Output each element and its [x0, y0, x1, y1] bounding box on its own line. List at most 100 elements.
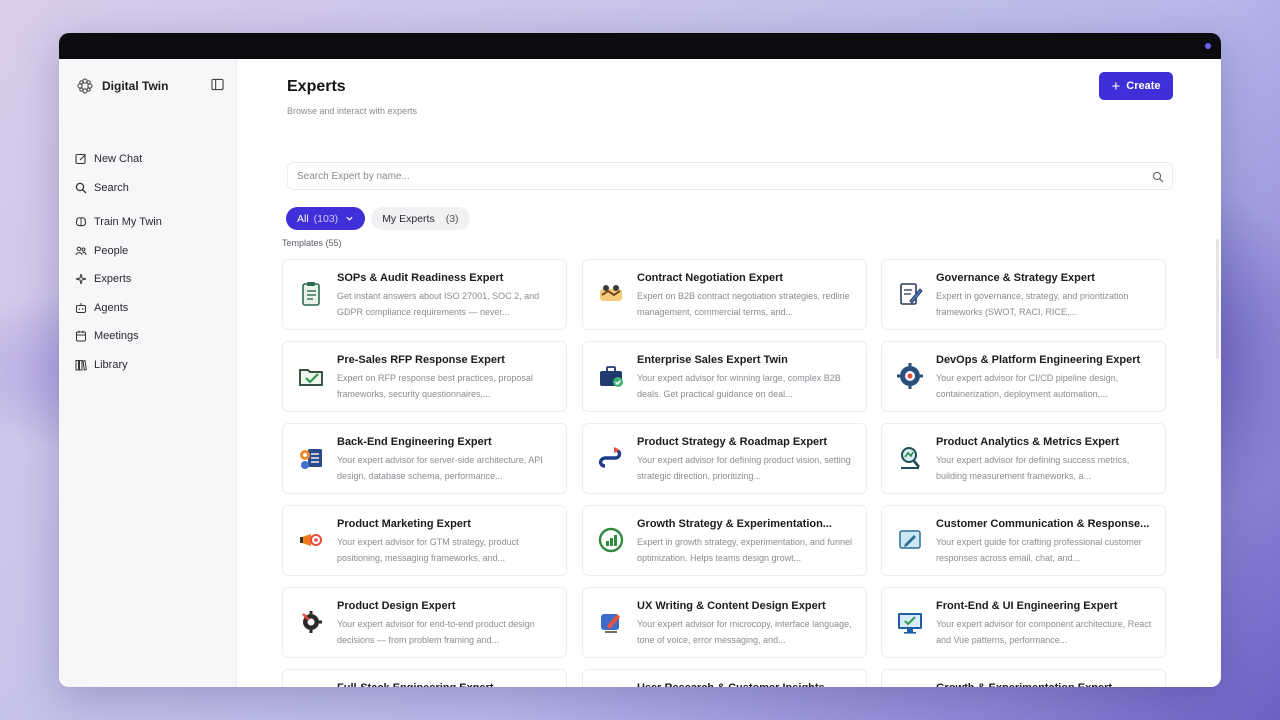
design-gear-icon	[302, 611, 322, 633]
expert-card-title: Pre-Sales RFP Response Expert	[337, 354, 505, 366]
brain-icon	[75, 217, 87, 227]
document-edit-icon	[900, 283, 923, 305]
expert-card[interactable]: Growth Strategy & Experimentation... Expe…	[582, 505, 867, 576]
monitor-icon	[898, 613, 922, 634]
briefcase-icon	[600, 366, 623, 387]
sidebar-item-meetings[interactable]: Meetings	[74, 322, 224, 351]
sidebar-item-label: People	[94, 244, 129, 257]
page-title: Experts	[287, 78, 346, 95]
templates-section-label: Templates (55)	[282, 238, 342, 248]
tab-count: (3)	[445, 212, 459, 225]
title-bar	[59, 33, 1221, 59]
expert-card-description: Your expert advisor for defining product…	[637, 455, 851, 481]
roadmap-icon	[598, 447, 622, 468]
brand[interactable]: Digital Twin	[76, 77, 168, 95]
expert-card[interactable]: Full-Stack Engineering ExpertYour expert…	[282, 669, 567, 687]
expert-card[interactable]: DevOps & Platform Engineering Expert Your…	[881, 341, 1166, 412]
sidebar-item-label: Search	[94, 181, 129, 194]
expert-card[interactable]: Customer Communication & Response... Your…	[881, 505, 1166, 576]
scrollbar[interactable]	[1216, 239, 1219, 359]
expert-card-description: Your expert advisor for server-side arch…	[337, 455, 543, 481]
search-icon	[75, 182, 87, 194]
tab-label: All	[297, 212, 309, 225]
expert-card-title: Product Design Expert	[337, 600, 456, 612]
expert-card-title: Product Marketing Expert	[337, 518, 471, 530]
cloud-gear-icon	[897, 363, 923, 389]
expert-card-description: Your expert advisor for GTM strategy, pr…	[337, 537, 519, 563]
expert-card[interactable]: Governance & Strategy Expert Expert in go…	[881, 259, 1166, 330]
expert-card[interactable]: Product Design Expert Your expert advisor…	[282, 587, 567, 658]
sidebar-item-people[interactable]: People	[74, 237, 224, 266]
page-subtitle: Browse and interact with experts	[287, 106, 418, 116]
expert-card[interactable]: Front-End & UI Engineering Expert Your ex…	[881, 587, 1166, 658]
expert-card-title: Enterprise Sales Expert Twin	[637, 354, 788, 366]
folder-check-icon	[299, 369, 323, 386]
handshake-icon	[600, 285, 622, 301]
expert-card-title: UX Writing & Content Design Expert	[637, 600, 826, 612]
sidebar-item-label: Library	[94, 358, 128, 371]
expert-card[interactable]: Growth & Experimentation ExpertYour expe…	[881, 669, 1166, 687]
tab-my-experts[interactable]: My Experts (3)	[371, 207, 470, 230]
sidebar-main-nav: Train My Twin People Experts Agents Meet…	[74, 208, 224, 379]
expert-card[interactable]: SOPs & Audit Readiness Expert Get instant…	[282, 259, 567, 330]
create-button-label: Create	[1126, 80, 1161, 92]
expert-card-title: Growth & Experimentation Expert	[936, 682, 1158, 687]
expert-card[interactable]: Back-End Engineering Expert Your expert a…	[282, 423, 567, 494]
expert-card-description: Expert on B2B contract negotiation strat…	[637, 291, 850, 317]
search-input[interactable]: Search Expert by name...	[287, 162, 1173, 190]
plus-icon: +	[1111, 77, 1121, 95]
sidebar-item-label: Train My Twin	[94, 216, 162, 229]
expert-card-title: Product Strategy & Roadmap Expert	[637, 436, 828, 448]
sidebar-item-new-chat[interactable]: New Chat	[74, 145, 224, 174]
megaphone-icon	[300, 534, 322, 546]
expert-card-description: Your expert guide for crafting professio…	[936, 537, 1142, 563]
people-icon	[75, 246, 87, 255]
expert-card[interactable]: Enterprise Sales Expert Twin Your expert …	[582, 341, 867, 412]
expert-card[interactable]: Product Strategy & Roadmap Expert Your ex…	[582, 423, 867, 494]
sidebar-item-library[interactable]: Library	[74, 351, 224, 380]
sidebar-toggle-icon[interactable]	[211, 78, 224, 91]
expert-card-title: Growth Strategy & Experimentation...	[637, 518, 832, 530]
brand-name: Digital Twin	[102, 79, 169, 93]
expert-card[interactable]: Product Analytics & Metrics Expert Your e…	[881, 423, 1166, 494]
search-icon[interactable]	[1152, 171, 1164, 183]
expert-card-description: Your expert advisor for end-to-end produ…	[337, 619, 535, 645]
calendar-icon	[76, 331, 86, 342]
expert-card-title: Contract Negotiation Expert	[637, 272, 784, 284]
expert-card-title: Back-End Engineering Expert	[337, 436, 492, 448]
app-window: Digital Twin New Chat Search Train My Tw…	[59, 33, 1221, 687]
sidebar-item-search[interactable]: Search	[74, 174, 224, 203]
expert-card-description: Your expert advisor for defining success…	[936, 455, 1130, 481]
sidebar-item-label: Experts	[94, 273, 132, 286]
expert-card-description: Your expert advisor for winning large, c…	[637, 373, 841, 399]
create-button[interactable]: + Create	[1099, 72, 1173, 100]
expert-card[interactable]: Contract Negotiation Expert Expert on B2B…	[582, 259, 867, 330]
sidebar-item-label: Meetings	[94, 330, 139, 343]
pencil-note-icon	[899, 530, 921, 549]
sparkle-icon	[75, 274, 87, 285]
expert-card[interactable]: Product Marketing Expert Your expert advi…	[282, 505, 567, 576]
sidebar-item-train-my-twin[interactable]: Train My Twin	[74, 208, 224, 237]
expert-card[interactable]: User Research & Customer Insights...Your…	[582, 669, 867, 687]
expert-card-description: Your expert advisor for CI/CD pipeline d…	[936, 373, 1119, 399]
sidebar-top-nav: New Chat Search	[74, 145, 224, 202]
expert-card-title: User Research & Customer Insights...	[637, 682, 859, 687]
sidebar-item-label: Agents	[94, 301, 129, 314]
tab-count: (103)	[313, 212, 339, 225]
filter-tabs: All (103) My Experts (3)	[286, 207, 470, 230]
expert-card-description: Expert in governance, strategy, and prio…	[936, 291, 1129, 317]
expert-card-description: Expert in growth strategy, experimentati…	[637, 537, 852, 563]
expert-card-title: Governance & Strategy Expert	[936, 272, 1095, 284]
tab-all[interactable]: All (103)	[286, 207, 366, 230]
sidebar-item-agents[interactable]: Agents	[74, 294, 224, 323]
growth-chart-icon	[598, 527, 624, 553]
search-placeholder: Search Expert by name...	[297, 171, 410, 182]
tab-label: My Experts	[382, 212, 435, 225]
expert-card-description: Expert on RFP response best practices, p…	[337, 373, 533, 399]
sidebar-item-experts[interactable]: Experts	[74, 265, 224, 294]
expert-card-title: Full-Stack Engineering Expert	[337, 682, 559, 687]
clipboard-icon	[302, 282, 320, 306]
expert-card[interactable]: Pre-Sales RFP Response Expert Expert on R…	[282, 341, 567, 412]
expert-card[interactable]: UX Writing & Content Design Expert Your e…	[582, 587, 867, 658]
sidebar-item-label: New Chat	[94, 153, 143, 166]
